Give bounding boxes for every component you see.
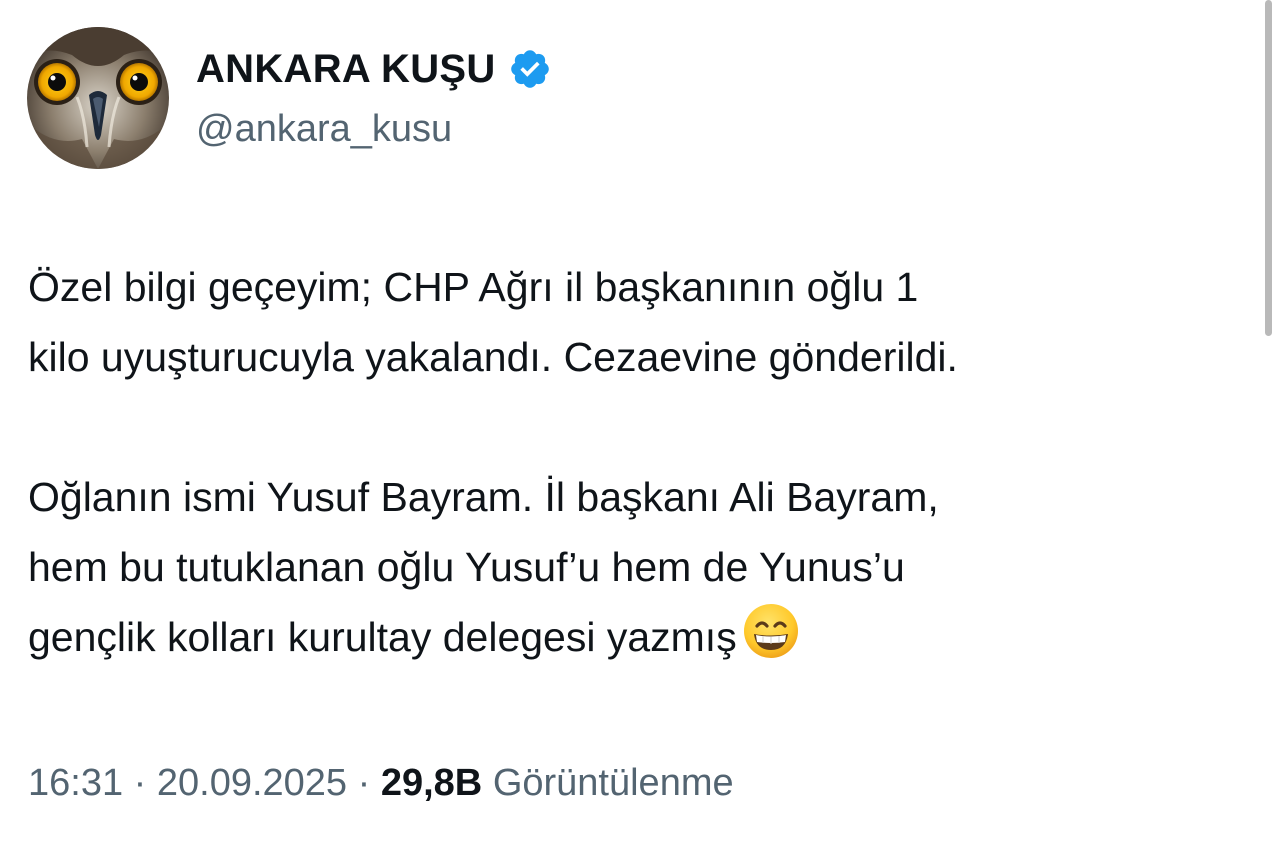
tweet-paragraph-2-text: Oğlanın ismi Yusuf Bayram. İl başkanı Al… bbox=[28, 474, 939, 660]
tweet-date[interactable]: 20.09.2025 bbox=[157, 762, 347, 804]
display-name[interactable]: ANKARA KUŞU bbox=[196, 47, 496, 92]
user-handle[interactable]: @ankara_kusu bbox=[196, 108, 452, 151]
tweet-time[interactable]: 16:31 bbox=[28, 762, 123, 804]
meta-separator: · bbox=[123, 762, 157, 804]
views-count: 29,8B bbox=[380, 762, 483, 804]
tweet-paragraph-2: Oğlanın ismi Yusuf Bayram. İl başkanı Al… bbox=[28, 462, 1268, 672]
tweet-paragraph-1: Özel bilgi geçeyim; CHP Ağrı il başkanın… bbox=[28, 264, 958, 380]
grinning-face-emoji-icon bbox=[743, 603, 799, 659]
scrollbar[interactable] bbox=[1265, 0, 1272, 336]
owl-face-avatar-icon bbox=[27, 27, 169, 169]
views-label: Görüntülenme bbox=[492, 762, 734, 804]
avatar[interactable] bbox=[27, 27, 169, 169]
verified-badge-icon[interactable] bbox=[508, 47, 552, 91]
display-name-row[interactable]: ANKARA KUŞU bbox=[196, 44, 552, 94]
meta-separator: · bbox=[347, 762, 381, 804]
tweet-text: Özel bilgi geçeyim; CHP Ağrı il başkanın… bbox=[28, 252, 1268, 672]
tweet-meta: 16:31 · 20.09.2025 · 29,8B Görüntülenme bbox=[28, 762, 734, 805]
